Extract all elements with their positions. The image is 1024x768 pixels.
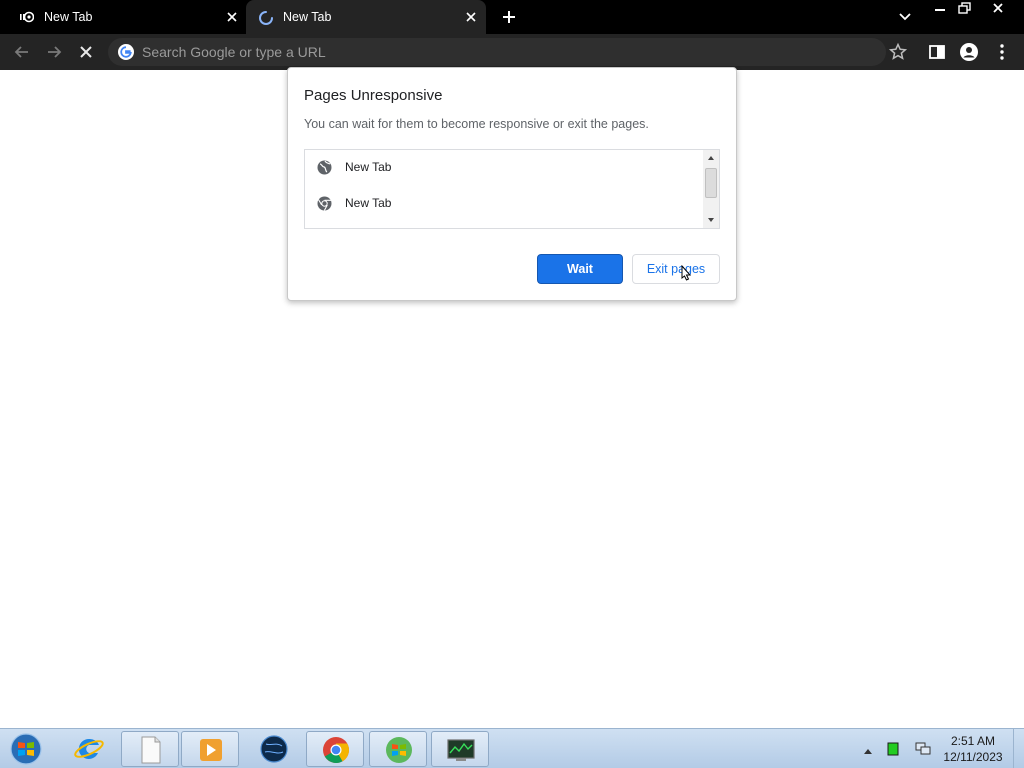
list-item[interactable]: New Tab xyxy=(305,150,703,184)
chrome-globe-icon xyxy=(18,10,35,24)
side-panel-icon[interactable] xyxy=(927,42,947,62)
exit-pages-button[interactable]: Exit pages xyxy=(632,254,720,284)
battery-icon[interactable] xyxy=(887,742,899,756)
profile-avatar-icon[interactable] xyxy=(959,42,979,62)
taskbar-notepad[interactable] xyxy=(121,731,179,767)
list-item[interactable]: New Tab xyxy=(305,186,703,220)
omnibox-placeholder[interactable]: Search Google or type a URL xyxy=(142,44,326,60)
dialog-title: Pages Unresponsive xyxy=(304,87,443,104)
bookmark-star-icon[interactable] xyxy=(888,42,908,62)
globe-icon xyxy=(317,160,332,175)
scroll-thumb[interactable] xyxy=(705,168,717,198)
windows-taskbar: 2:51 AM 12/11/2023 xyxy=(0,728,1024,768)
google-g-icon xyxy=(118,44,134,60)
tab-title: New Tab xyxy=(44,10,93,24)
tray-expand-arrow-icon[interactable] xyxy=(862,743,874,754)
new-tab-plus-icon[interactable] xyxy=(498,7,520,27)
back-arrow-icon[interactable] xyxy=(12,42,32,62)
start-orb-icon[interactable] xyxy=(6,732,46,766)
tab-title: New Tab xyxy=(283,10,332,24)
show-desktop-button[interactable] xyxy=(1013,729,1024,768)
tab-new-tab-1[interactable]: New Tab xyxy=(0,0,246,34)
scroll-up-arrow-icon[interactable] xyxy=(703,150,719,166)
loading-spinner-icon xyxy=(258,10,274,25)
clock-time[interactable]: 2:51 AM xyxy=(930,734,1016,748)
forward-arrow-icon[interactable] xyxy=(44,42,64,62)
taskbar-task-manager[interactable] xyxy=(431,731,489,767)
taskbar-globe-app[interactable] xyxy=(245,731,303,767)
minimize-icon[interactable] xyxy=(929,0,951,18)
taskbar-internet-explorer[interactable] xyxy=(60,731,118,767)
stop-loading-icon[interactable] xyxy=(76,42,96,62)
clock-date[interactable]: 12/11/2023 xyxy=(930,750,1016,764)
close-icon[interactable] xyxy=(463,9,479,25)
taskbar-media-player[interactable] xyxy=(181,731,239,767)
page-label: New Tab xyxy=(345,160,392,174)
unresponsive-pages-list[interactable]: New Tab New Tab xyxy=(304,149,720,229)
dialog-message: You can wait for them to become responsi… xyxy=(304,117,649,131)
page-label: New Tab xyxy=(345,196,392,210)
list-scrollbar[interactable] xyxy=(703,150,719,228)
kebab-menu-icon[interactable] xyxy=(992,42,1012,62)
wait-button[interactable]: Wait xyxy=(537,254,623,284)
window-close-icon[interactable] xyxy=(986,0,1010,18)
tab-strip: New Tab New Tab xyxy=(0,0,1024,34)
chrome-icon xyxy=(317,196,332,211)
chevron-down-icon[interactable] xyxy=(896,9,914,25)
scroll-down-arrow-icon[interactable] xyxy=(703,212,719,228)
restore-icon[interactable] xyxy=(954,0,976,18)
pages-unresponsive-dialog: Pages Unresponsive You can wait for them… xyxy=(287,67,737,301)
taskbar-chrome[interactable] xyxy=(306,731,364,767)
close-icon[interactable] xyxy=(224,9,240,25)
taskbar-windows-logo-app[interactable] xyxy=(369,731,427,767)
tab-new-tab-2[interactable]: New Tab xyxy=(246,0,486,34)
